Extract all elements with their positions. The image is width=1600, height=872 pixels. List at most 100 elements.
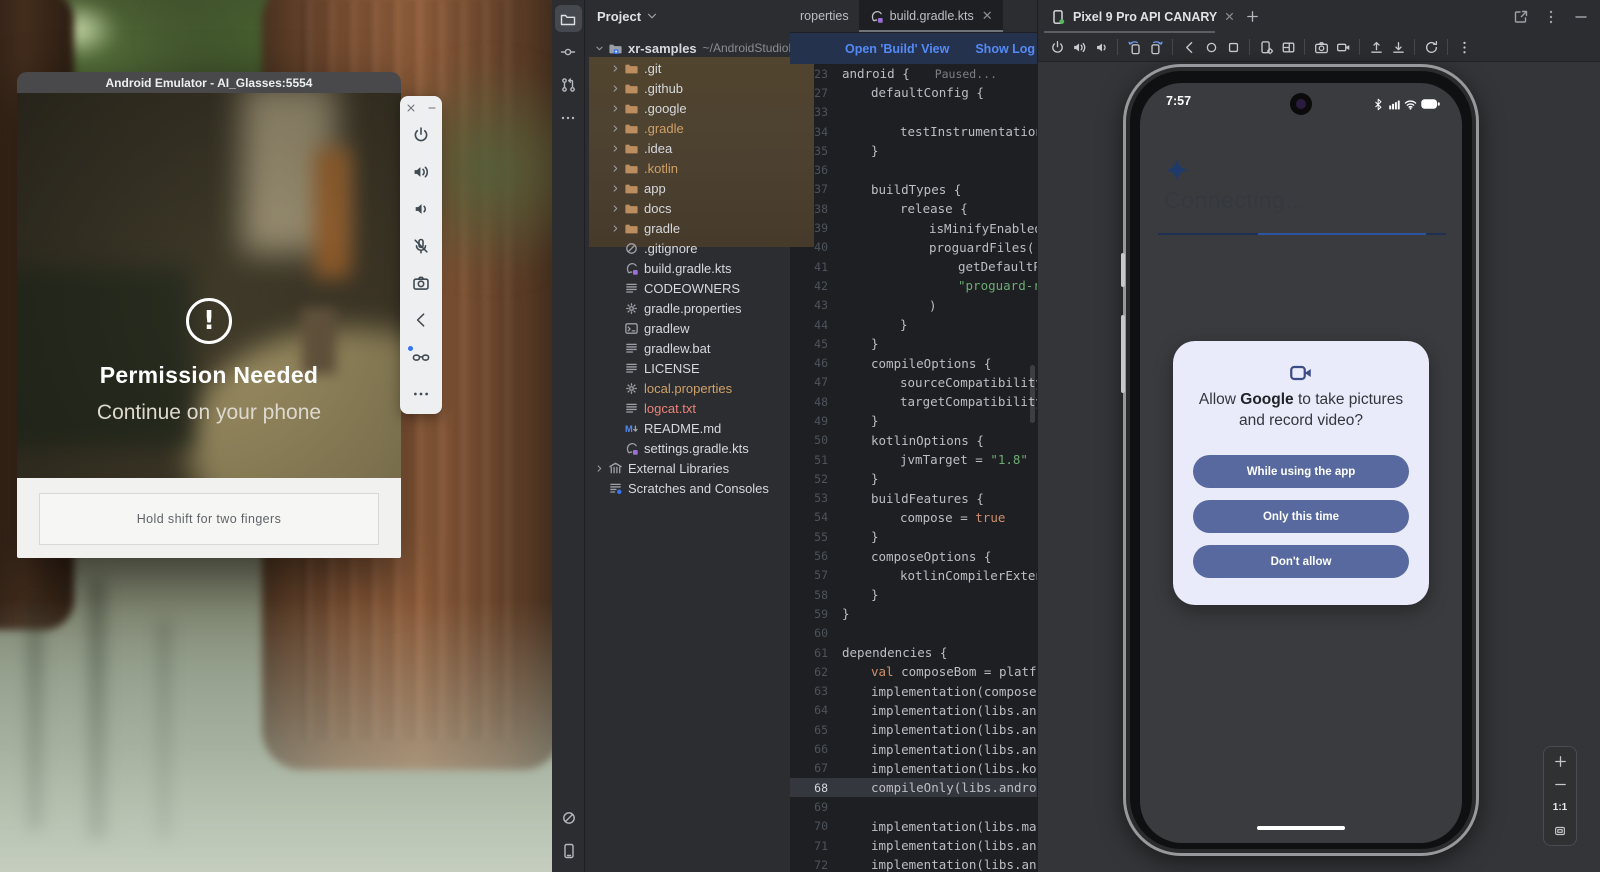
perm-button-only-this-time[interactable]: Only this time: [1193, 500, 1409, 533]
tree-item-gradle[interactable]: gradle: [585, 218, 790, 238]
phone-screen[interactable]: 7:57 Connecting...: [1140, 83, 1462, 843]
emulator-more-horizontal-button[interactable]: [412, 385, 430, 403]
banner-action-open-build-view[interactable]: Open 'Build' View: [845, 42, 949, 56]
tree-item-settings-gradle-kts[interactable]: settings.gradle.kts: [585, 438, 790, 458]
chevron-right-icon[interactable]: [607, 103, 623, 114]
tree-item-scratches-and-consoles[interactable]: Scratches and Consoles: [585, 478, 790, 498]
editor-scrollbar[interactable]: [1030, 365, 1035, 423]
code-text: compileOptions {: [842, 356, 991, 371]
chevron-right-icon[interactable]: [607, 123, 623, 134]
device-settings-button[interactable]: [1255, 40, 1277, 55]
stripe-button-logcat[interactable]: [555, 804, 582, 831]
reset-button[interactable]: [1420, 40, 1442, 55]
gradle-icon: [623, 441, 639, 456]
emulator-title-bar[interactable]: Android Emulator - AI_Glasses:5554: [17, 72, 401, 93]
emulator-volume-down-button[interactable]: [412, 200, 430, 218]
stripe-button-commit[interactable]: [555, 38, 582, 65]
zoom-out-button[interactable]: [1544, 773, 1576, 796]
tree-item-external-libraries[interactable]: External Libraries: [585, 458, 790, 478]
tree-item-gradle-properties[interactable]: gradle.properties: [585, 298, 790, 318]
home-button[interactable]: [1200, 40, 1222, 55]
add-device-button[interactable]: [1245, 9, 1260, 24]
chevron-right-icon[interactable]: [607, 183, 623, 194]
editor-tab-roperties[interactable]: roperties: [790, 0, 859, 32]
emulator-screen[interactable]: ! Permission Needed Continue on your pho…: [17, 93, 401, 478]
perm-button-while-using-the-app[interactable]: While using the app: [1193, 455, 1409, 488]
tree-item-docs[interactable]: docs: [585, 198, 790, 218]
chevron-right-icon[interactable]: [607, 63, 623, 74]
logcat-icon: [561, 810, 577, 826]
tree-item-codeowners[interactable]: CODEOWNERS: [585, 278, 790, 298]
download-button[interactable]: [1387, 40, 1409, 55]
chevron-right-icon[interactable]: [607, 83, 623, 94]
emulator-back-button[interactable]: [412, 311, 430, 329]
close-tab-icon[interactable]: ✕: [982, 8, 993, 24]
volume-up-button[interactable]: [1068, 40, 1090, 55]
device-tab[interactable]: Pixel 9 Pro API CANARY ✕: [1038, 0, 1243, 33]
chevron-right-icon[interactable]: [607, 223, 623, 234]
stripe-button-pull-requests[interactable]: [555, 71, 582, 98]
emulator-close-button[interactable]: [405, 102, 417, 114]
volume-down-button[interactable]: [1090, 40, 1112, 55]
tree-item-build-gradle-kts[interactable]: build.gradle.kts: [585, 258, 790, 278]
tree-item-license[interactable]: LICENSE: [585, 358, 790, 378]
glasses-icon: [412, 348, 430, 366]
chevron-right-icon[interactable]: [607, 143, 623, 154]
more-vertical-button[interactable]: [1543, 9, 1559, 25]
stripe-button-more-horizontal[interactable]: [555, 104, 582, 131]
emulator-mic-off-button[interactable]: [412, 237, 430, 255]
close-icon[interactable]: ✕: [1224, 9, 1234, 24]
emulator-volume-up-button[interactable]: [412, 163, 430, 181]
code-editor[interactable]: ropertiesbuild.gradle.kts✕ Open 'Build' …: [790, 0, 1037, 872]
perm-button-don-t-allow[interactable]: Don't allow: [1193, 545, 1409, 578]
chevron-down-icon[interactable]: [591, 43, 607, 54]
tree-item-xr-samples[interactable]: xr-samples~/AndroidStudioProje: [585, 38, 790, 58]
zoom-in-button[interactable]: [1544, 750, 1576, 773]
tree-item--gradle[interactable]: .gradle: [585, 118, 790, 138]
screen-record-button[interactable]: [1332, 40, 1354, 55]
project-panel-header[interactable]: Project: [585, 0, 790, 32]
rotate-left-button[interactable]: [1123, 40, 1145, 55]
pull-requests-icon: [560, 77, 576, 93]
rotate-right-button[interactable]: [1145, 40, 1167, 55]
tree-item-local-properties[interactable]: local.properties: [585, 378, 790, 398]
emulator-glasses-button[interactable]: [412, 348, 430, 366]
tree-item--gitignore[interactable]: .gitignore: [585, 238, 790, 258]
chevron-right-icon[interactable]: [607, 203, 623, 214]
tree-item-logcat-txt[interactable]: logcat.txt: [585, 398, 790, 418]
chevron-right-icon[interactable]: [591, 463, 607, 474]
zoom-fit-button[interactable]: [1544, 819, 1576, 842]
power-button[interactable]: [1046, 40, 1068, 55]
tree-item-readme-md[interactable]: MREADME.md: [585, 418, 790, 438]
line-number: 27: [790, 86, 842, 100]
display-mode-button[interactable]: [1277, 40, 1299, 55]
banner-action-show-log-in-finder[interactable]: Show Log in Finder: [975, 42, 1037, 56]
overview-button[interactable]: [1222, 40, 1244, 55]
tree-item--github[interactable]: .github: [585, 78, 790, 98]
hide-button[interactable]: [1573, 9, 1589, 25]
tree-item-app[interactable]: app: [585, 178, 790, 198]
camera-icon: [1314, 40, 1329, 55]
more-vertical-button[interactable]: [1453, 40, 1475, 55]
tree-item-gradlew-bat[interactable]: gradlew.bat: [585, 338, 790, 358]
emulator-power-button[interactable]: [412, 126, 430, 144]
stripe-button-project[interactable]: [555, 5, 582, 32]
home-indicator[interactable]: [1257, 826, 1345, 830]
camera-button[interactable]: [1310, 40, 1332, 55]
toolbar-divider: [1359, 39, 1360, 55]
tree-item--google[interactable]: .google: [585, 98, 790, 118]
code-area[interactable]: 23android {Paused...27defaultConfig {333…: [790, 64, 1037, 872]
emulator-camera-button[interactable]: [412, 274, 430, 292]
back-button[interactable]: [1178, 40, 1200, 55]
chevron-right-icon[interactable]: [607, 163, 623, 174]
upload-button[interactable]: [1365, 40, 1387, 55]
zoom-1-1-button[interactable]: 1:1: [1544, 796, 1576, 819]
open-in-window-button[interactable]: [1513, 9, 1529, 25]
tree-item-gradlew[interactable]: gradlew: [585, 318, 790, 338]
tree-item--git[interactable]: .git: [585, 58, 790, 78]
emulator-minimize-button[interactable]: [426, 102, 438, 114]
tree-item--idea[interactable]: .idea: [585, 138, 790, 158]
stripe-button-device-manager[interactable]: [555, 837, 582, 864]
editor-tab-build-gradle-kts[interactable]: build.gradle.kts✕: [859, 0, 1003, 32]
tree-item--kotlin[interactable]: .kotlin: [585, 158, 790, 178]
